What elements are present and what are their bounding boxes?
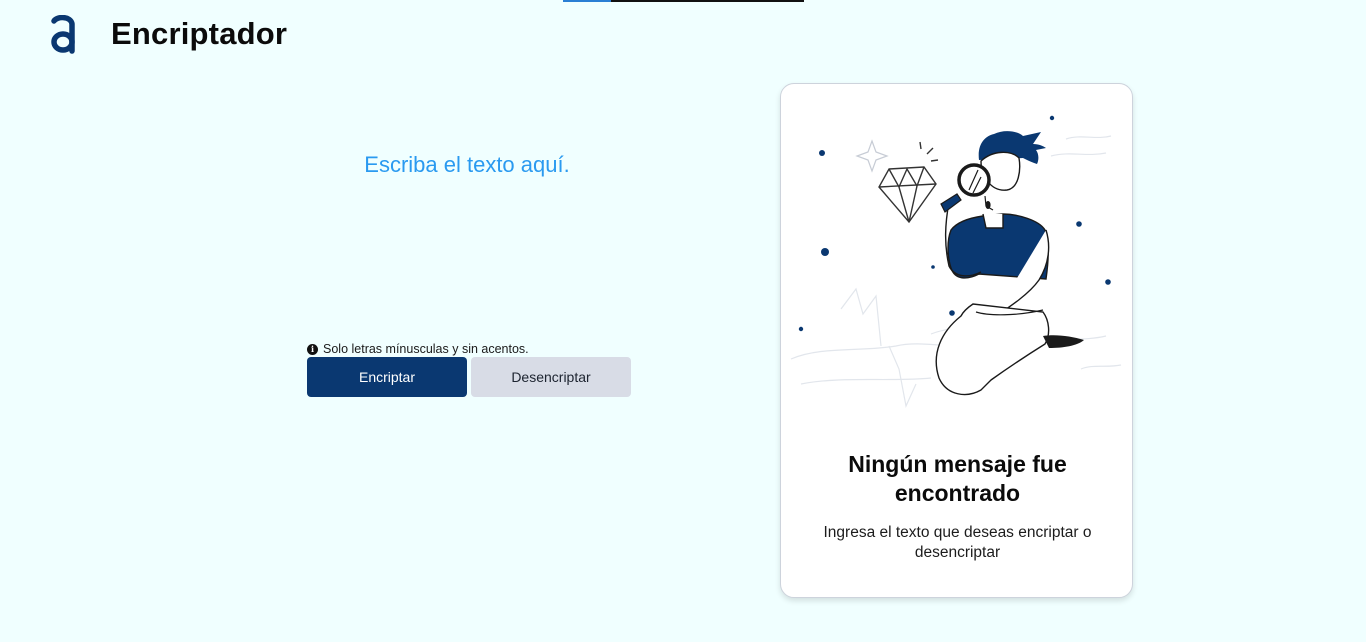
page: Encriptador i Solo letras mínusculas y s… [0,0,1366,642]
encrypt-button[interactable]: Encriptar [307,357,467,397]
output-title: Ningún mensaje fue encontrado [848,451,1067,506]
alura-logo-icon [51,15,75,54]
text-input[interactable] [300,150,634,334]
decrypt-button[interactable]: Desencriptar [471,357,631,397]
info-icon: i [307,343,318,355]
app-title: Encriptador [111,16,288,51]
output-card: Ningún mensaje fue encontrado Ingresa el… [780,83,1133,598]
top-progress-bar [563,0,804,2]
input-hint: i Solo letras mínusculas y sin acentos. [307,342,529,356]
output-message: Ingresa el texto que deseas encriptar o … [823,524,1092,561]
person-with-magnifier-illustration [790,115,1122,408]
hint-text: Solo letras mínusculas y sin acentos. [323,342,529,356]
